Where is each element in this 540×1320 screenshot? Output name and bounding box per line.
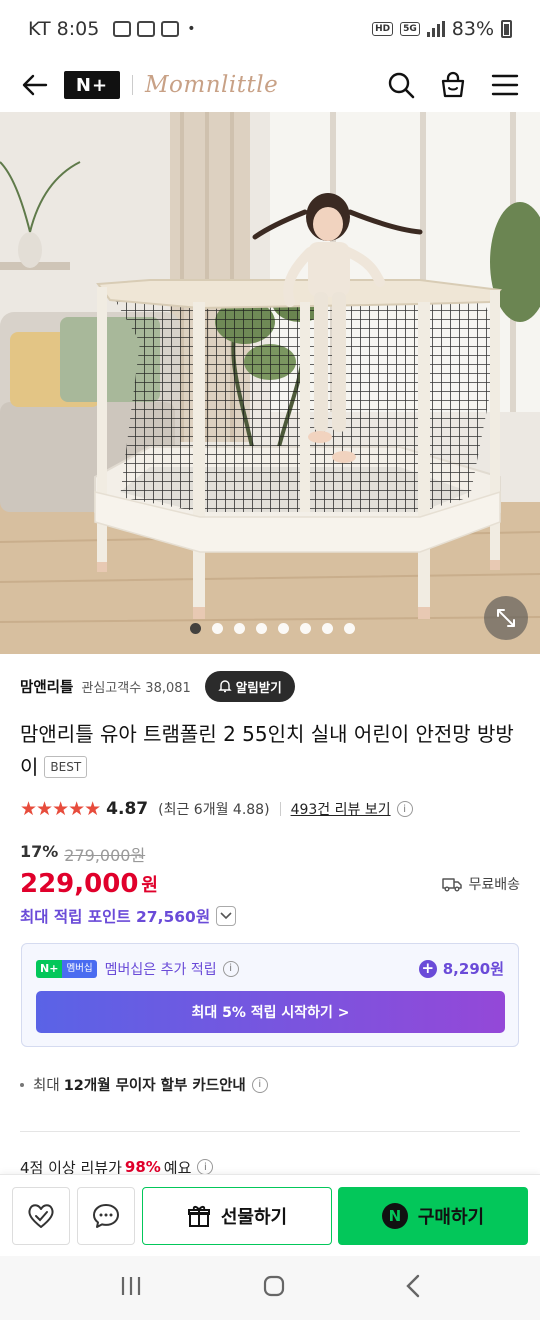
- interest-count: 관심고객수 38,081: [81, 680, 191, 696]
- discount-row: 17% 279,000원: [20, 842, 145, 866]
- buy-button[interactable]: N 구매하기: [338, 1187, 528, 1245]
- brand-logo[interactable]: Momnlittle: [145, 72, 278, 98]
- gallery-dot[interactable]: [322, 623, 333, 634]
- product-title-text: 맘앤리틀 유아 트램폴린 2 55인치 실내 어린이 안전망 방방이: [20, 722, 514, 779]
- gallery-pagination: [190, 623, 355, 634]
- heart-check-icon: [28, 1204, 54, 1228]
- membership-points: + 8,290원: [418, 958, 504, 979]
- info-icon[interactable]: i: [396, 801, 413, 817]
- bottom-action-bar: 선물하기 N 구매하기: [0, 1174, 540, 1256]
- gallery-dot[interactable]: [190, 623, 201, 634]
- menu-icon[interactable]: [488, 68, 522, 102]
- card-info-row[interactable]: 최대 12개월 무이자 할부 카드안내 i: [20, 1074, 268, 1095]
- gift-icon: [187, 1205, 210, 1227]
- 5g-badge: 5G: [400, 22, 420, 36]
- star-rating-icon: ★★★★★: [20, 798, 101, 820]
- alarm-button[interactable]: 알림받기: [204, 670, 295, 702]
- system-back-icon[interactable]: [405, 1274, 421, 1302]
- membership-info-icon[interactable]: i: [222, 960, 239, 977]
- rating-value: 4.87: [106, 799, 149, 819]
- chevron-down-icon[interactable]: [216, 906, 237, 926]
- gallery-dot[interactable]: [278, 623, 289, 634]
- bullet-dot: [20, 1082, 24, 1087]
- hd-badge: HD: [372, 22, 394, 36]
- rating-row: ★★★★★ 4.87 (최근 6개월 4.88) 493건 리뷰 보기 i: [20, 798, 413, 820]
- wishlist-button[interactable]: [12, 1187, 70, 1245]
- currency: 원: [141, 875, 158, 896]
- price-row: 229,000 원 무료배송: [20, 866, 520, 902]
- expand-image-button[interactable]: [484, 596, 528, 640]
- max-points-text: 최대 적립 포인트 27,560원: [20, 908, 211, 926]
- carrier-time: KT 8:05: [28, 18, 100, 40]
- product-image-gallery[interactable]: [0, 112, 540, 654]
- expand-icon: [497, 609, 515, 627]
- review-ratio-info-icon[interactable]: i: [197, 1159, 214, 1175]
- section-divider: [20, 1131, 520, 1132]
- buy-button-label: 구매하기: [417, 1207, 485, 1228]
- max-points-row[interactable]: 최대 적립 포인트 27,560원: [20, 905, 237, 927]
- chat-bubble-icon: [93, 1204, 119, 1228]
- system-nav-bar: [0, 1256, 540, 1320]
- gallery-notification-icon: [113, 21, 132, 37]
- search-icon[interactable]: [384, 68, 418, 102]
- cart-icon[interactable]: [436, 68, 470, 102]
- plus-circle-icon: +: [418, 959, 437, 978]
- naver-pay-icon: N: [381, 1203, 408, 1229]
- best-badge: BEST: [44, 756, 88, 778]
- membership-box: N+ 멤버십 멤버십은 추가 적립 i + 8,290원 최대 5% 적립 시작…: [21, 943, 519, 1047]
- gallery-dot[interactable]: [256, 623, 267, 634]
- card-info-prefix: 최대: [33, 1078, 60, 1094]
- membership-start-button[interactable]: 최대 5% 적립 시작하기 >: [36, 991, 505, 1033]
- card-info-bold: 12개월 무이자 할부 카드안내: [63, 1078, 246, 1094]
- product-photo: [0, 112, 540, 654]
- nplus-logo[interactable]: N+: [64, 71, 120, 99]
- home-icon[interactable]: [262, 1274, 286, 1302]
- shop-row: 맘앤리틀 관심고객수 38,081 알림받기: [20, 670, 520, 702]
- app-notification-icon: [137, 21, 156, 37]
- shipping-info: 무료배송: [442, 874, 520, 894]
- recent-apps-icon[interactable]: [119, 1275, 143, 1301]
- alarm-button-label: 알림받기: [235, 679, 282, 695]
- status-bar: KT 8:05 • HD 5G 83%: [0, 0, 540, 58]
- gallery-dot[interactable]: [212, 623, 223, 634]
- nav-divider: [132, 75, 133, 95]
- gift-button[interactable]: 선물하기: [142, 1187, 332, 1245]
- review-link[interactable]: 493건 리뷰 보기: [291, 799, 391, 819]
- membership-text: 멤버십은 추가 적립: [104, 961, 217, 978]
- product-title: 맘앤리틀 유아 트램폴린 2 55인치 실내 어린이 안전망 방방이 BEST: [20, 718, 520, 784]
- truck-icon: [442, 878, 463, 892]
- membership-points-value: 8,290원: [442, 960, 504, 978]
- recent-rating: (최근 6개월 4.88): [158, 802, 270, 818]
- top-nav: N+ Momnlittle: [0, 58, 540, 112]
- back-icon[interactable]: [18, 68, 52, 102]
- original-price: 279,000원: [64, 846, 146, 865]
- battery-icon: [501, 20, 512, 38]
- gift-button-label: 선물하기: [220, 1207, 288, 1228]
- badge-text: 멤버십: [62, 959, 97, 978]
- nplus-membership-badge: N+ 멤버십: [36, 959, 97, 978]
- rating-separator: [279, 802, 281, 816]
- badge-n: N+: [36, 959, 63, 978]
- chat-button[interactable]: [77, 1187, 135, 1245]
- discount-rate: 17%: [20, 842, 59, 861]
- gallery-dot[interactable]: [234, 623, 245, 634]
- signal-icon: [426, 21, 445, 37]
- gallery-dot[interactable]: [344, 623, 355, 634]
- voicemail-notification-icon: [161, 21, 180, 37]
- status-dot: •: [187, 21, 196, 37]
- bell-plus-icon: [218, 680, 232, 693]
- store-name[interactable]: 맘앤리틀: [20, 676, 73, 697]
- card-info-icon[interactable]: i: [251, 1076, 268, 1093]
- gallery-dot[interactable]: [300, 623, 311, 634]
- battery-percent: 83%: [451, 18, 494, 40]
- shipping-text: 무료배송: [468, 877, 520, 893]
- sale-price: 229,000: [20, 869, 139, 899]
